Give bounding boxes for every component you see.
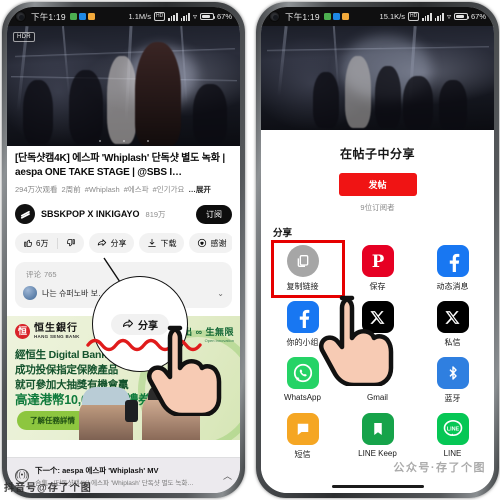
pointing-hand-cursor bbox=[318, 295, 394, 386]
share-arrow-icon bbox=[123, 319, 133, 328]
pointing-hand-cursor bbox=[146, 325, 222, 416]
watermark-right: 公众号·存了个图 bbox=[393, 462, 486, 474]
watermark-left: 抖音号@存了个图 bbox=[4, 483, 92, 494]
screenshot-root: 下午1:19 1.1M/s HD ▿ 67% HDR [단독샷캠4K] 에스파 … bbox=[0, 0, 500, 500]
callout-leader-line bbox=[103, 257, 133, 301]
